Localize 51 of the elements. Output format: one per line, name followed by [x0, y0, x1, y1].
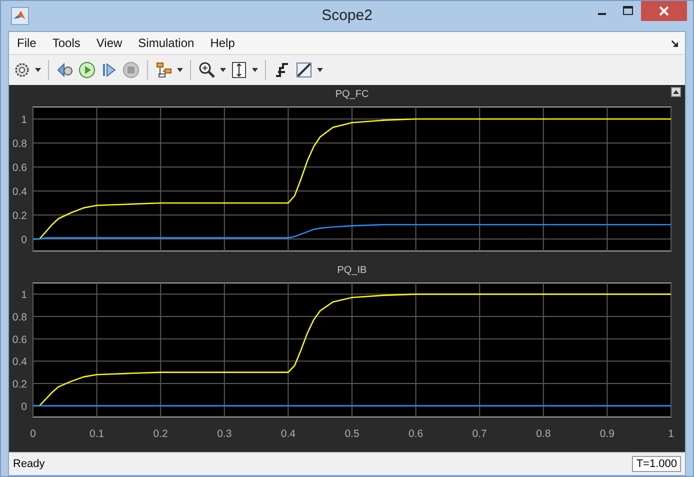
zoom-icon[interactable]: [198, 61, 216, 79]
y-tick-label: 0.8: [12, 312, 27, 324]
menu-item[interactable]: File: [17, 36, 36, 50]
status-text: Ready: [13, 458, 45, 470]
y-tick-label: 1: [21, 114, 27, 126]
run-icon[interactable]: [78, 61, 96, 79]
chart-title: PQ_FC: [335, 89, 369, 100]
menu-item[interactable]: Help: [210, 36, 235, 50]
x-tick-label: 1: [668, 428, 674, 440]
step-forward-icon[interactable]: [100, 61, 118, 79]
y-tick-label: 0: [21, 234, 27, 246]
step-back-icon[interactable]: [56, 61, 74, 79]
x-tick-label: 0.6: [408, 428, 424, 440]
step-signal-icon[interactable]: [273, 61, 291, 79]
menu-item[interactable]: View: [96, 36, 122, 50]
chart-title: PQ_IB: [337, 265, 367, 276]
x-tick-label: 0.3: [217, 428, 232, 440]
x-tick-label: 0: [30, 428, 36, 440]
x-tick-label: 0.4: [280, 428, 296, 440]
x-tick-label: 0.5: [344, 428, 360, 440]
simulation-time: T=1.000: [632, 456, 681, 472]
settings-icon[interactable]: [13, 61, 31, 79]
y-tick-label: 0: [21, 400, 27, 413]
y-tick-label: 1: [21, 289, 27, 302]
y-tick-label: 0.6: [12, 162, 27, 174]
layout-icon[interactable]: [155, 61, 173, 79]
menu-item[interactable]: Tools: [52, 36, 80, 50]
close-button[interactable]: [641, 1, 687, 21]
app-icon: [11, 7, 29, 25]
window-title: Scope2: [322, 7, 372, 24]
scale-icon[interactable]: [230, 61, 248, 79]
x-tick-label: 0.1: [90, 428, 104, 440]
undock-icon[interactable]: [671, 87, 681, 97]
x-tick-label: 0.8: [536, 428, 551, 440]
x-tick-label: 0.2: [153, 428, 168, 440]
ruler-icon[interactable]: [295, 61, 313, 79]
caret-icon[interactable]: [177, 68, 183, 72]
y-tick-label: 0.2: [12, 210, 27, 222]
y-tick-label: 0.4: [12, 356, 27, 368]
y-tick-label: 0.6: [12, 334, 27, 346]
y-tick-label: 0.4: [12, 186, 27, 198]
caret-icon[interactable]: [220, 68, 226, 72]
y-tick-label: 0.2: [12, 378, 27, 390]
caret-icon[interactable]: [252, 68, 258, 72]
caret-icon[interactable]: [35, 68, 41, 72]
menu-item[interactable]: Simulation: [138, 36, 194, 50]
x-tick-label: 0.9: [600, 428, 614, 440]
x-tick-label: 0.7: [472, 428, 487, 440]
caret-icon[interactable]: [317, 68, 323, 72]
dock-icon[interactable]: [670, 38, 679, 48]
y-tick-label: 0.8: [12, 138, 27, 150]
